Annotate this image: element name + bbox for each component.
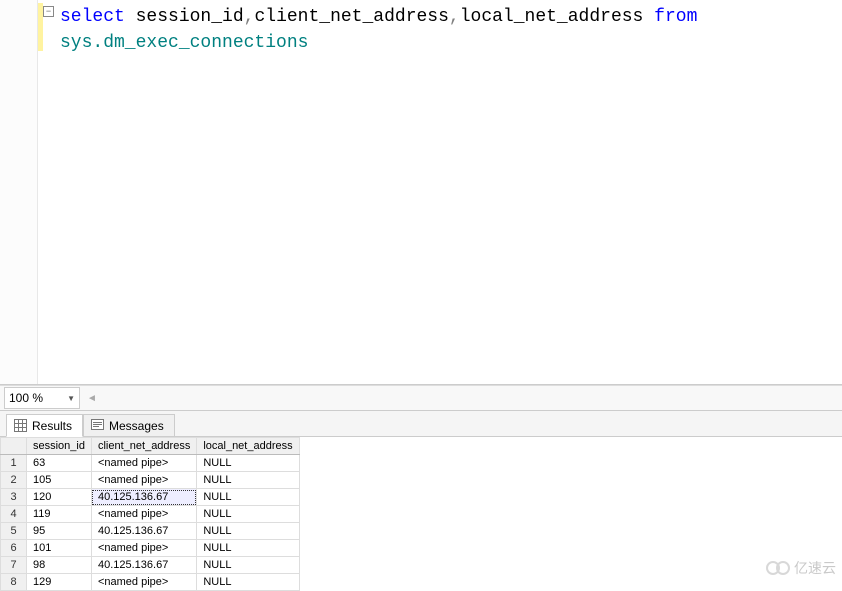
fold-symbol: − — [46, 7, 51, 16]
column-header[interactable]: session_id — [27, 438, 92, 455]
table-row[interactable]: 312040.125.136.67NULL — [1, 489, 300, 506]
column-header[interactable]: client_net_address — [91, 438, 196, 455]
tab-messages-label: Messages — [109, 419, 164, 433]
editor-gutter — [0, 0, 38, 384]
cell[interactable]: NULL — [197, 472, 299, 489]
cell[interactable]: 120 — [27, 489, 92, 506]
table-row[interactable]: 163<named pipe>NULL — [1, 455, 300, 472]
row-number[interactable]: 8 — [1, 574, 27, 591]
code-token: select — [60, 7, 125, 27]
chevron-down-icon: ▼ — [67, 394, 75, 403]
cell[interactable]: 40.125.136.67 — [91, 489, 196, 506]
messages-icon — [90, 419, 104, 433]
cell[interactable]: <named pipe> — [91, 472, 196, 489]
results-tab-bar: Results Messages — [0, 411, 842, 437]
cell[interactable]: 101 — [27, 540, 92, 557]
scroll-left-icon[interactable]: ◄ — [84, 389, 100, 407]
cell[interactable]: <named pipe> — [91, 506, 196, 523]
code-token — [125, 7, 136, 27]
grid-icon — [13, 419, 27, 433]
table-row[interactable]: 59540.125.136.67NULL — [1, 523, 300, 540]
results-grid[interactable]: session_idclient_net_addresslocal_net_ad… — [0, 437, 300, 591]
watermark-logo-icon — [770, 561, 790, 575]
cell[interactable]: NULL — [197, 455, 299, 472]
zoom-dropdown[interactable]: 100 % ▼ — [4, 387, 80, 409]
row-number[interactable]: 3 — [1, 489, 27, 506]
cell[interactable]: NULL — [197, 506, 299, 523]
cell[interactable]: 40.125.136.67 — [91, 557, 196, 574]
zoom-value: 100 % — [9, 391, 43, 405]
row-number[interactable]: 4 — [1, 506, 27, 523]
cell[interactable]: 63 — [27, 455, 92, 472]
fold-toggle-icon[interactable]: − — [43, 6, 54, 17]
row-number[interactable]: 6 — [1, 540, 27, 557]
code-token: , — [449, 7, 460, 27]
cell[interactable]: NULL — [197, 574, 299, 591]
row-number[interactable]: 7 — [1, 557, 27, 574]
zoom-toolbar: 100 % ▼ ◄ — [0, 385, 842, 411]
code-token: local_net_address — [460, 7, 644, 27]
cell[interactable]: NULL — [197, 557, 299, 574]
cell[interactable]: 98 — [27, 557, 92, 574]
code-token: session_id — [136, 7, 244, 27]
table-row[interactable]: 6101<named pipe>NULL — [1, 540, 300, 557]
table-row[interactable]: 2105<named pipe>NULL — [1, 472, 300, 489]
table-row[interactable]: 4119<named pipe>NULL — [1, 506, 300, 523]
table-row[interactable]: 8129<named pipe>NULL — [1, 574, 300, 591]
row-number[interactable]: 2 — [1, 472, 27, 489]
cell[interactable]: 105 — [27, 472, 92, 489]
cell[interactable]: NULL — [197, 540, 299, 557]
sql-editor[interactable]: − select session_id,client_net_address,l… — [0, 0, 842, 385]
row-number[interactable]: 1 — [1, 455, 27, 472]
code-token: , — [244, 7, 255, 27]
column-header[interactable]: local_net_address — [197, 438, 299, 455]
tab-messages[interactable]: Messages — [83, 414, 175, 437]
watermark-text: 亿速云 — [794, 558, 836, 578]
cell[interactable]: 40.125.136.67 — [91, 523, 196, 540]
code-token: client_net_address — [254, 7, 448, 27]
tab-results-label: Results — [32, 419, 72, 433]
code-token: from — [654, 7, 697, 27]
cell[interactable]: <named pipe> — [91, 574, 196, 591]
cell[interactable]: <named pipe> — [91, 455, 196, 472]
cell[interactable]: 119 — [27, 506, 92, 523]
row-number[interactable]: 5 — [1, 523, 27, 540]
grid-corner[interactable] — [1, 438, 27, 455]
code-text[interactable]: select session_id,client_net_address,loc… — [38, 0, 842, 384]
tab-results[interactable]: Results — [6, 414, 83, 437]
watermark: 亿速云 — [770, 558, 836, 578]
cell[interactable]: NULL — [197, 523, 299, 540]
code-token: sys.dm_exec_connections — [60, 33, 308, 53]
cell[interactable]: <named pipe> — [91, 540, 196, 557]
cell[interactable]: 95 — [27, 523, 92, 540]
table-row[interactable]: 79840.125.136.67NULL — [1, 557, 300, 574]
cell[interactable]: NULL — [197, 489, 299, 506]
code-token — [643, 7, 654, 27]
cell[interactable]: 129 — [27, 574, 92, 591]
